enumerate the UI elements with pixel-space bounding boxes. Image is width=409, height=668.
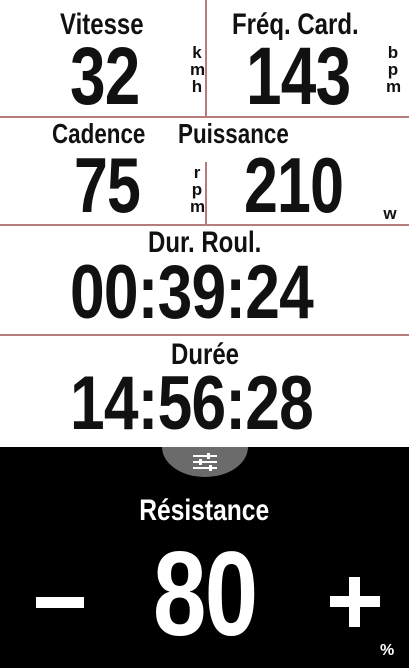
resistance-unit: % <box>380 642 395 659</box>
divider-vertical-2 <box>205 162 207 224</box>
divider-row-3 <box>0 334 409 336</box>
minus-icon[interactable] <box>36 597 84 608</box>
resistance-label: Résistance <box>139 494 270 527</box>
power-value: 210 <box>244 141 344 229</box>
power-unit: w <box>383 204 397 223</box>
heart-rate-value: 143 <box>246 31 351 122</box>
bike-computer-screen: Vitesse 32 k m h Fréq. Card. 143 b p m C… <box>0 0 409 668</box>
plus-icon[interactable] <box>330 577 380 627</box>
speed-unit: k m h <box>190 43 206 96</box>
cadence-unit: r p m <box>190 163 206 216</box>
ride-time-value: 00:39:24 <box>70 250 314 335</box>
speed-value: 32 <box>70 31 140 122</box>
heart-rate-unit: b p m <box>386 43 402 96</box>
duration-value: 14:56:28 <box>70 361 314 446</box>
cadence-value: 75 <box>74 141 141 229</box>
sliders-icon <box>193 453 217 471</box>
divider-vertical-1 <box>205 0 207 116</box>
